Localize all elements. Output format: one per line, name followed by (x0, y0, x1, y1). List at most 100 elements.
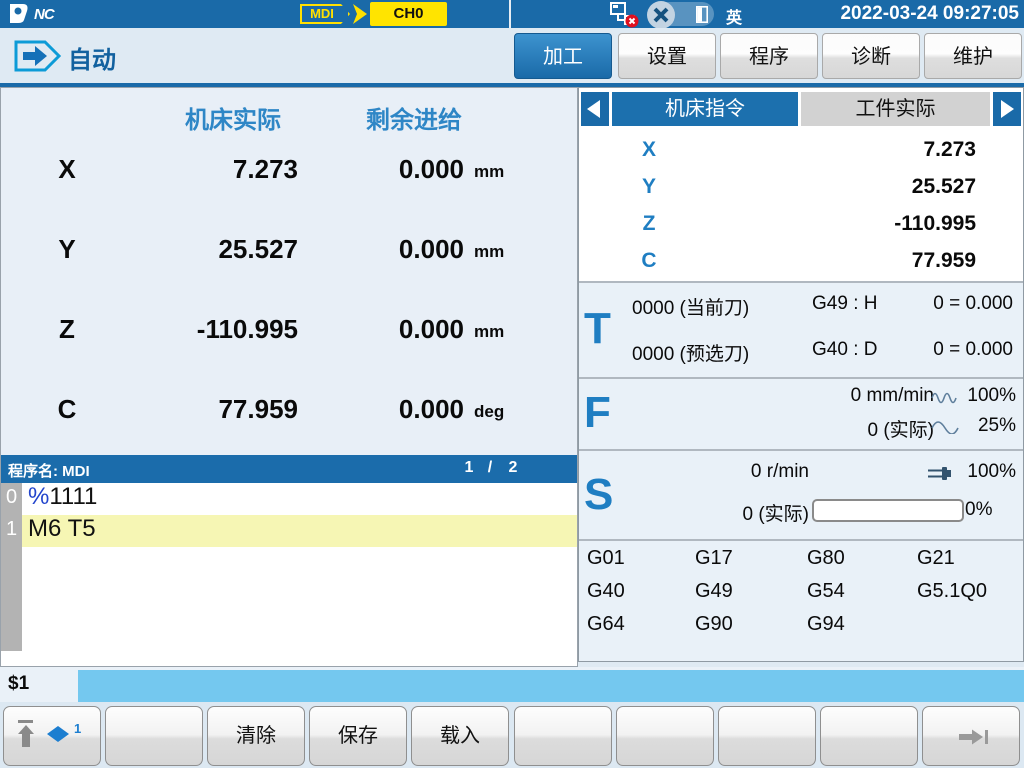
channel-indicator: $1 (8, 673, 29, 695)
axis-label: Y (631, 175, 667, 199)
jump-end-icon (957, 727, 989, 747)
tool-section: T 0000 (当前刀) G49 : H 0 = 0.000 0000 (预选刀… (579, 283, 1023, 377)
axis-value: 25.527 (729, 175, 976, 199)
program-viewer: 程序名: MDI 1 / 2 0 %1111 1 M6 T5 (1, 455, 577, 666)
active-line-highlight (22, 515, 577, 547)
program-page-total: 2 (503, 459, 523, 477)
dro-row-x: X 7.273 0.000 mm (1, 154, 577, 188)
cmd-row-c: C 77.959 (579, 249, 1023, 279)
tool-gcode: G40 : D (812, 339, 877, 361)
cmd-row-y: Y 25.527 (579, 175, 1023, 205)
axis-label: X (631, 138, 667, 162)
feed-actual-pct: 25% (956, 415, 1016, 437)
titlebar: NC MDI CH0 英 (0, 0, 1024, 28)
next-view-button[interactable] (993, 92, 1021, 126)
gcode: G21 (917, 547, 1022, 570)
tool-number: 0000 (预选刀) (632, 339, 749, 366)
feed-override-pct: 100% (956, 385, 1016, 407)
axis-remaining: 0.000 (257, 234, 464, 265)
gcode: G90 (695, 613, 800, 636)
gcode: G01 (587, 547, 692, 570)
softkey-empty-4[interactable] (718, 706, 816, 766)
cmd-row-x: X 7.273 (579, 138, 1023, 168)
axis-label: C (631, 249, 667, 273)
return-top-icon (16, 719, 38, 749)
axis-unit: mm (474, 154, 534, 182)
hnc-logo: NC (8, 3, 54, 25)
axis-label: Z (631, 212, 667, 236)
gcode: G5.1Q0 (917, 580, 1022, 603)
softkey-empty-5[interactable] (820, 706, 918, 766)
tab-settings[interactable]: 设置 (618, 33, 716, 79)
line-prefix: % (28, 483, 49, 510)
cmd-row-z: Z -110.995 (579, 212, 1023, 242)
axis-unit: mm (474, 314, 534, 342)
header-row: 自动 加工 设置 程序 诊断 维护 (0, 28, 1024, 83)
axis-label: C (49, 394, 85, 425)
softkey-return-top[interactable]: 1 (3, 706, 101, 766)
language-book-icon (696, 6, 708, 23)
tab-machining[interactable]: 加工 (514, 33, 612, 79)
softkey-empty-3[interactable] (616, 706, 714, 766)
line-body: 1111 (49, 483, 97, 510)
gcode: G54 (807, 580, 912, 603)
gcode: G94 (807, 613, 912, 636)
spindle-actual: 0 (实际) (639, 499, 809, 526)
tab-machine-command[interactable]: 机床指令 (612, 92, 798, 126)
spindle-section: S 0 r/min 100% 0 (实际) 0% (579, 451, 1023, 539)
dro-col-remaining-feed: 剩余进给 (304, 100, 524, 135)
tab-maintenance[interactable]: 维护 (924, 33, 1022, 79)
softkey-empty-2[interactable] (514, 706, 612, 766)
line-text: M6 T5 (28, 515, 96, 543)
program-page-current: 1 (459, 459, 479, 477)
mode-badge-label: MDI (310, 6, 334, 21)
tab-workpiece-actual[interactable]: 工件实际 (801, 92, 990, 126)
gcode: G80 (807, 547, 912, 570)
prev-view-button[interactable] (581, 92, 609, 126)
softkey-next-menu[interactable] (922, 706, 1020, 766)
diamond-icon (46, 725, 70, 743)
spindle-load-pct: 0% (965, 499, 1015, 521)
axis-remaining: 0.000 (257, 154, 464, 185)
spindle-row-actual: 0 (实际) 0% (579, 499, 1023, 525)
axis-label: X (49, 154, 85, 185)
axis-label: Y (49, 234, 85, 265)
tab-program[interactable]: 程序 (720, 33, 818, 79)
spindle-override-icon (927, 465, 955, 482)
status-pill (650, 2, 714, 26)
feed-actual-wave-icon (931, 420, 959, 434)
feed-actual: 0 (实际) (754, 415, 934, 442)
tool-offset: 0 = 0.000 (869, 339, 1013, 361)
gcode: G40 (587, 580, 692, 603)
titlebar-divider (509, 0, 511, 28)
gcode-section: G01 G17 G80 G21 G40 G49 G54 G5.1Q0 G64 G… (579, 541, 1023, 661)
line-number: 1 (1, 515, 22, 541)
axis-label: Z (49, 314, 85, 345)
channel-badge: CH0 (370, 2, 447, 26)
softkey-load[interactable]: 载入 (411, 706, 509, 766)
gcode: G49 (695, 580, 800, 603)
tab-diagnosis[interactable]: 诊断 (822, 33, 920, 79)
language-indicator[interactable]: 英 (726, 4, 742, 28)
softkey-toolbar: 1 清除 保存 载入 (0, 702, 1024, 768)
program-header: 程序名: MDI 1 / 2 (1, 455, 577, 483)
mode-arrow-icon (353, 4, 369, 24)
axis-value: -110.995 (729, 212, 976, 236)
softkey-empty-1[interactable] (105, 706, 203, 766)
dro-row-c: C 77.959 0.000 deg (1, 394, 577, 428)
feed-row-command: 0 mm/min 100% (579, 385, 1023, 411)
softkey-save[interactable]: 保存 (309, 706, 407, 766)
program-line-active[interactable]: 1 M6 T5 (1, 515, 577, 547)
softkey-clear[interactable]: 清除 (207, 706, 305, 766)
feed-section: F 0 mm/min 100% 0 (实际) 25% (579, 379, 1023, 449)
cnc-screen: NC MDI CH0 英 (0, 0, 1024, 768)
axis-value: 7.273 (729, 138, 976, 162)
tool-gcode: G49 : H (812, 293, 877, 315)
spindle-override-pct: 100% (956, 461, 1016, 483)
status-row: $1 (0, 667, 1024, 702)
axis-unit: deg (474, 394, 534, 422)
program-line[interactable]: 0 %1111 (1, 483, 577, 515)
disconnect-icon (646, 0, 676, 30)
mode-label: 自动 (68, 40, 116, 75)
spindle-row-command: 0 r/min 100% (579, 461, 1023, 487)
